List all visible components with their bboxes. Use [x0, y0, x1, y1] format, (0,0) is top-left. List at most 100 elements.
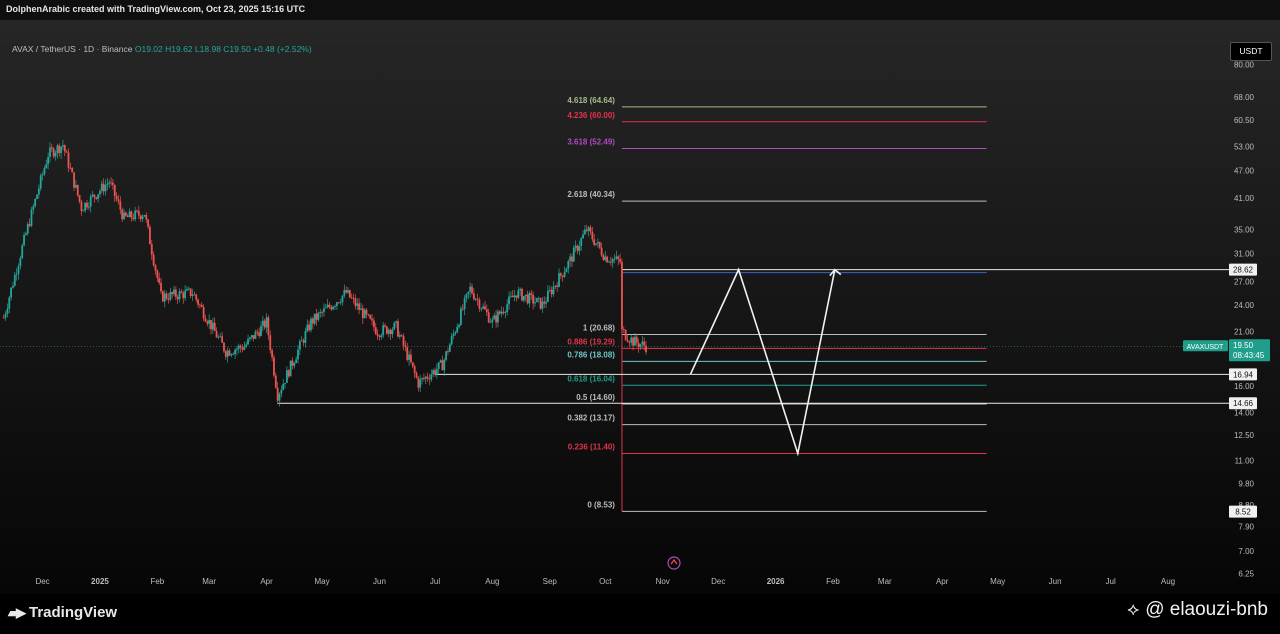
candle-body — [113, 184, 116, 197]
candle-body — [430, 374, 433, 380]
candle-body — [39, 175, 42, 189]
candle-body — [389, 329, 392, 335]
candle-body — [378, 335, 381, 338]
candle-body — [406, 347, 409, 360]
candle-body — [460, 308, 462, 325]
candle-body — [363, 309, 366, 319]
candle-body — [161, 291, 164, 302]
price-chart[interactable]: 4.618 (64.64) 4.236 (60.00) 3.618 (52.49) 2… — [0, 20, 1280, 594]
candle-body — [173, 289, 175, 295]
candle-body — [124, 212, 127, 216]
candle-body — [604, 256, 607, 261]
candle-body — [174, 289, 177, 297]
candle-body — [369, 315, 372, 319]
candle-body — [43, 168, 46, 175]
candle-body — [472, 293, 475, 300]
candle-body — [260, 325, 262, 337]
candle-body — [156, 270, 159, 279]
candle-body — [532, 294, 535, 304]
candle-body — [569, 256, 572, 262]
time-tick-label: Aug — [485, 577, 499, 586]
candle-body — [215, 331, 218, 338]
candle-body — [558, 273, 560, 287]
candle-body — [571, 256, 573, 262]
candle-body — [535, 298, 538, 303]
ohlc-low: L18.98 — [194, 44, 221, 54]
candle-body — [286, 370, 288, 384]
fib-level-label: 0.382 (13.17) — [567, 414, 615, 423]
candle-body — [495, 315, 497, 323]
candle-body — [596, 242, 599, 244]
candle-body — [117, 199, 120, 202]
candle-body — [91, 194, 94, 197]
candle-body — [213, 322, 216, 332]
candle-body — [622, 329, 625, 330]
candle-body — [374, 327, 377, 335]
fib-level-label: 0.786 (18.08) — [567, 350, 615, 359]
currency-unit-button[interactable]: USDT — [1230, 42, 1272, 61]
candle-body — [504, 312, 507, 313]
symbol-title: AVAX / TetherUS · 1D · Binance — [12, 44, 133, 54]
candle-body — [145, 215, 148, 220]
candle-body — [263, 320, 266, 328]
candle-body — [547, 290, 549, 302]
candle-body — [54, 152, 57, 157]
candle-body — [452, 333, 455, 337]
time-tick-label: May — [990, 577, 1005, 586]
candle-body — [234, 349, 236, 355]
tradingview-wordmark: TradingView — [29, 604, 118, 621]
candle-body — [448, 344, 451, 352]
candle-body — [511, 295, 514, 298]
candle-body — [521, 288, 523, 301]
price-tick-label: 24.00 — [1234, 301, 1255, 310]
candle-body — [580, 238, 583, 246]
chart-area[interactable]: 4.618 (64.64) 4.236 (60.00) 3.618 (52.49) 2… — [0, 20, 1280, 594]
candle-body — [387, 329, 390, 334]
candle-body — [565, 268, 568, 273]
time-tick-label: 2025 — [91, 577, 109, 586]
candle-body — [554, 285, 557, 287]
candle-body — [432, 370, 435, 375]
candle-body — [480, 308, 483, 310]
candle-body — [58, 145, 61, 154]
price-tick-label: 31.00 — [1234, 250, 1255, 259]
author-handle-text: @ elaouzi-bnb — [1145, 599, 1268, 620]
tradingview-brand[interactable]: ▰▶ TradingView — [8, 604, 117, 621]
candle-body — [630, 337, 633, 343]
symbol-legend[interactable]: AVAX / TetherUS · 1D · Binance O19.02 H1… — [12, 44, 312, 54]
candle-body — [30, 209, 33, 226]
fib-level-label: 0.618 (16.04) — [567, 374, 615, 383]
candle-body — [19, 258, 22, 266]
candle-body — [487, 312, 490, 323]
candle-body — [474, 298, 477, 300]
price-tag-text: 28.62 — [1233, 266, 1254, 275]
candle-body — [28, 224, 31, 226]
candle-body — [497, 311, 499, 323]
candle-body — [208, 320, 211, 324]
candle-body — [121, 209, 124, 220]
candle-body — [426, 376, 429, 379]
candle-body — [543, 301, 546, 304]
symbol-tag-text: AVAXUSDT — [1187, 344, 1224, 351]
candle-body — [8, 297, 11, 309]
candle-body — [317, 312, 320, 320]
candle-body — [350, 297, 353, 299]
candle-body — [195, 294, 198, 300]
candle-body — [34, 198, 37, 207]
candle-body — [458, 324, 460, 328]
time-tick-label: Feb — [826, 577, 840, 586]
price-tick-label: 60.50 — [1234, 116, 1255, 125]
candle-body — [45, 164, 48, 169]
time-axis[interactable]: Dec 2025 Feb Mar Apr May Jun Jul Aug Sep Oct Nov Dec… — [35, 577, 1175, 586]
candle-body — [539, 297, 542, 309]
candle-body — [60, 146, 62, 154]
candle-body — [484, 306, 486, 310]
candle-body — [343, 290, 346, 296]
candle-body — [545, 301, 547, 304]
candle-body — [102, 183, 105, 192]
candle-body — [419, 379, 422, 388]
candle-body — [576, 245, 579, 251]
candle-body — [619, 259, 622, 262]
candle-body — [613, 258, 616, 260]
price-tick-label: 27.00 — [1234, 277, 1255, 286]
